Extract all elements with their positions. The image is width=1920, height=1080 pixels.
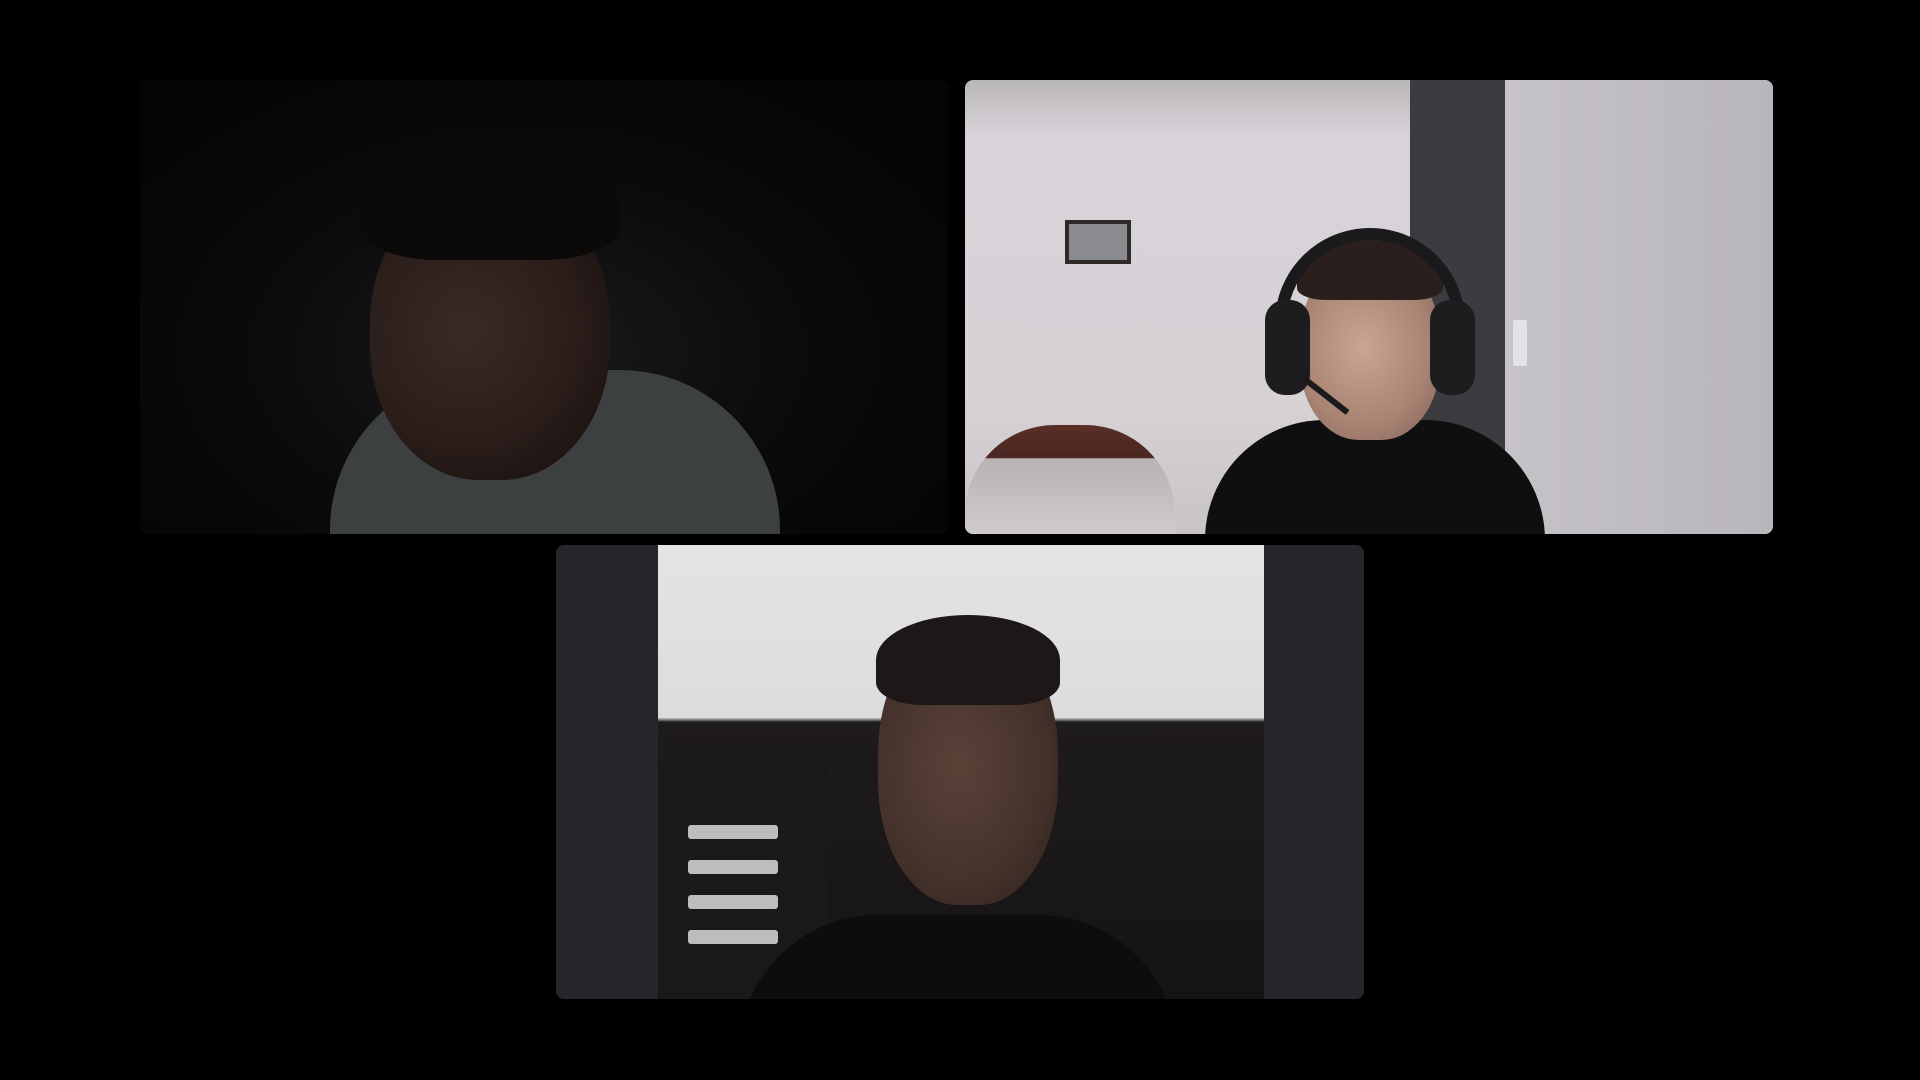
participant-1-camera-feed (220, 140, 840, 534)
participant-3-hair (876, 615, 1060, 705)
participant-2-camera-feed (1195, 220, 1555, 534)
participant-1-hair (360, 150, 620, 260)
bed-headboard (965, 425, 1175, 534)
participant-video-tile-2[interactable] (965, 80, 1773, 534)
participant-3-video-area (658, 545, 1264, 999)
participant-video-tile-3[interactable] (556, 545, 1364, 999)
headset-right-earcup (1430, 300, 1475, 395)
participant-3-camera-feed (718, 605, 1198, 999)
video-call-stage (0, 0, 1920, 1080)
participant-video-tile-1[interactable] (140, 80, 948, 534)
participant-3-body (738, 915, 1178, 999)
wall-picture-frame (1065, 220, 1131, 264)
